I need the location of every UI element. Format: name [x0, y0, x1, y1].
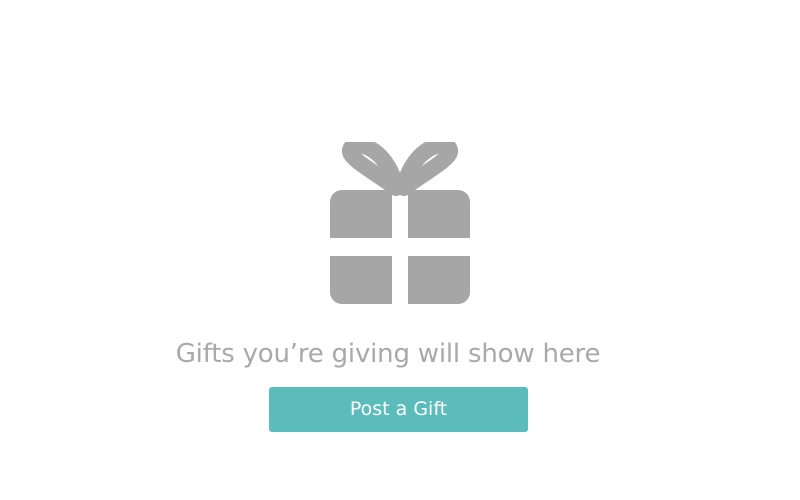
empty-state-message: Gifts you’re giving will show here	[175, 339, 601, 369]
post-gift-button[interactable]: Post a Gift	[269, 387, 528, 432]
gift-icon	[330, 142, 470, 304]
empty-state: Gifts you’re giving will show here Post …	[0, 0, 800, 500]
